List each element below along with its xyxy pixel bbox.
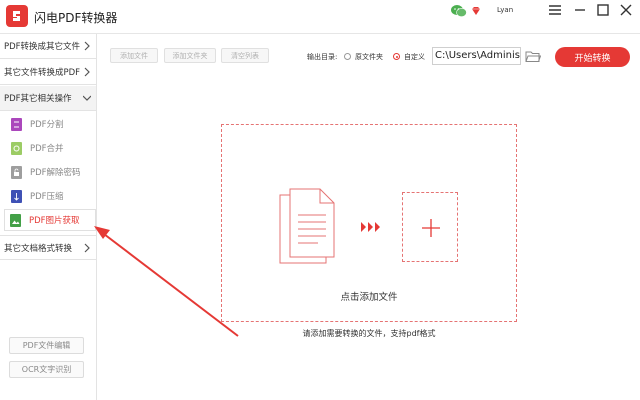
format-hint: 请添加需要转换的文件，支持pdf格式 bbox=[302, 329, 436, 338]
radio-custom-label: 自定义 bbox=[404, 53, 425, 61]
image-extract-icon bbox=[10, 213, 21, 227]
close-icon[interactable] bbox=[619, 3, 633, 17]
add-file-box[interactable] bbox=[402, 192, 458, 262]
unlock-icon bbox=[11, 165, 22, 179]
sidebar-category-pdf-other-ops[interactable]: PDF其它相关操作 bbox=[0, 86, 96, 111]
app-logo-icon bbox=[6, 5, 28, 27]
folder-open-icon[interactable] bbox=[525, 50, 542, 63]
sidebar-category-label: 其它文档格式转换 bbox=[4, 243, 73, 254]
clear-list-button[interactable]: 清空列表 bbox=[221, 48, 269, 63]
radio-original-label: 原文件夹 bbox=[355, 53, 383, 61]
sidebar-item-label: PDF解除密码 bbox=[30, 168, 81, 178]
chevron-right-icon bbox=[84, 41, 90, 51]
start-convert-button[interactable]: 开始转换 bbox=[555, 47, 630, 67]
output-dir-label: 输出目录: bbox=[307, 53, 338, 61]
chevron-down-icon bbox=[83, 95, 91, 101]
add-file-button[interactable]: 添加文件 bbox=[110, 48, 158, 63]
plus-icon bbox=[421, 218, 441, 238]
chevron-right-icon bbox=[84, 243, 90, 253]
add-folder-button[interactable]: 添加文件夹 bbox=[164, 48, 216, 63]
sidebar-item-pdf-merge[interactable]: PDF合并 bbox=[6, 137, 96, 159]
sidebar-item-label: PDF合并 bbox=[30, 144, 64, 154]
sidebar-item-pdf-split[interactable]: PDF分割 bbox=[6, 113, 96, 135]
sidebar-item-label: PDF压缩 bbox=[30, 192, 64, 202]
ocr-button[interactable]: OCR文字识别 bbox=[9, 361, 84, 378]
output-path-field[interactable]: C:\Users\Adminis bbox=[432, 47, 521, 65]
minimize-icon[interactable] bbox=[574, 4, 586, 16]
maximize-icon[interactable] bbox=[597, 4, 609, 16]
vip-diamond-icon[interactable] bbox=[471, 6, 481, 16]
drop-zone-label: 点击添加文件 bbox=[340, 292, 398, 303]
compress-icon bbox=[11, 189, 22, 203]
sidebar-item-pdf-compress[interactable]: PDF压缩 bbox=[6, 185, 96, 207]
sidebar-item-pdf-image-extract[interactable]: PDF图片获取 bbox=[4, 209, 96, 231]
menu-icon[interactable] bbox=[548, 4, 562, 16]
pdf-edit-button[interactable]: PDF文件编辑 bbox=[9, 337, 84, 354]
sidebar: PDF转换成其它文件 其它文件转换成PDF PDF其它相关操作 PDF分割 PD… bbox=[0, 34, 97, 400]
wechat-icon[interactable] bbox=[451, 4, 467, 18]
document-icon bbox=[278, 187, 340, 265]
split-icon bbox=[11, 117, 22, 131]
radio-original-folder[interactable] bbox=[344, 53, 351, 60]
merge-icon bbox=[11, 141, 22, 155]
sidebar-item-label: PDF图片获取 bbox=[29, 216, 80, 226]
sidebar-item-pdf-unlock[interactable]: PDF解除密码 bbox=[6, 161, 96, 183]
chevron-right-icon bbox=[84, 67, 90, 77]
sidebar-category-label: PDF其它相关操作 bbox=[4, 94, 72, 104]
title-bar: 闪电PDF转换器 Lyan bbox=[0, 0, 640, 34]
user-name[interactable]: Lyan bbox=[497, 6, 513, 14]
file-drop-zone[interactable]: 点击添加文件 bbox=[221, 124, 517, 322]
sidebar-category-label: PDF转换成其它文件 bbox=[4, 42, 81, 52]
sidebar-category-pdf-to-other[interactable]: PDF转换成其它文件 bbox=[0, 34, 96, 59]
sidebar-item-label: PDF分割 bbox=[30, 120, 64, 130]
sidebar-category-other-doc-formats[interactable]: 其它文档格式转换 bbox=[0, 235, 96, 260]
app-title: 闪电PDF转换器 bbox=[34, 11, 118, 25]
triple-chevron-right-icon bbox=[360, 219, 382, 235]
radio-custom-folder[interactable] bbox=[393, 53, 400, 60]
sidebar-category-label: 其它文件转换成PDF bbox=[4, 68, 81, 78]
sidebar-category-other-to-pdf[interactable]: 其它文件转换成PDF bbox=[0, 60, 96, 85]
